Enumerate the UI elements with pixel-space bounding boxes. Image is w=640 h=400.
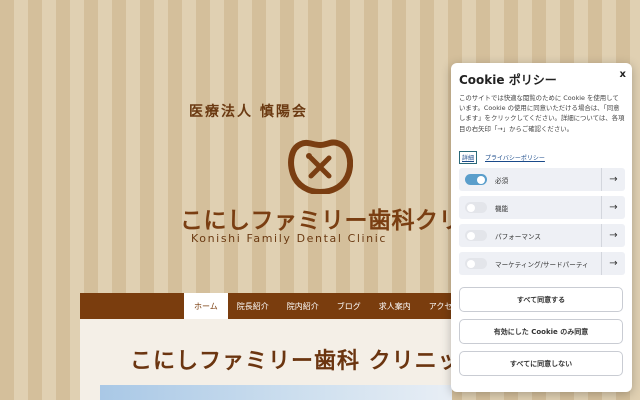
nav-blog[interactable]: ブログ — [328, 293, 370, 319]
cookie-links: 詳細 プライバシーポリシー — [459, 151, 545, 164]
arrow-right-icon[interactable]: → — [601, 168, 625, 191]
category-label: マーケティング/サードパーティ — [495, 260, 589, 269]
category-row-functional[interactable]: 機能 → — [459, 196, 625, 219]
nav-recruit[interactable]: 求人案内 — [370, 293, 420, 319]
close-icon[interactable]: x — [620, 69, 626, 80]
clinic-roman-name: Konishi Family Dental Clinic — [191, 232, 388, 245]
cookie-description: このサイトでは快適な閲覧のために Cookie を使用しています。Cookie … — [459, 94, 625, 133]
nav-clinic-tour[interactable]: 院内紹介 — [278, 293, 328, 319]
category-label: パフォーマンス — [495, 232, 542, 241]
hero-image — [100, 385, 452, 400]
toggle-performance[interactable] — [465, 230, 487, 241]
toggle-marketing[interactable] — [465, 258, 487, 269]
category-label: 必須 — [495, 176, 509, 185]
accept-selected-button[interactable]: 有効にした Cookie のみ同意 — [459, 319, 623, 344]
category-row-required[interactable]: 必須 → — [459, 168, 625, 191]
privacy-policy-link[interactable]: プライバシーポリシー — [485, 153, 545, 162]
arrow-right-icon[interactable]: → — [601, 224, 625, 247]
category-label: 機能 — [495, 204, 509, 213]
reject-all-button[interactable]: すべてに同意しない — [459, 351, 623, 376]
cookie-title: Cookie ポリシー — [459, 73, 557, 87]
clinic-logo-icon — [288, 139, 353, 194]
toggle-functional[interactable] — [465, 202, 487, 213]
details-link[interactable]: 詳細 — [459, 151, 478, 164]
accept-all-button[interactable]: すべて同意する — [459, 287, 623, 312]
hero-title: こにしファミリー歯科 クリニック — [130, 349, 484, 374]
category-row-marketing[interactable]: マーケティング/サードパーティ → — [459, 252, 625, 275]
toggle-required[interactable] — [465, 174, 487, 185]
cookie-policy-dialog: Cookie ポリシー x このサイトでは快適な閲覧のために Cookie を使… — [451, 63, 632, 392]
nav-home[interactable]: ホーム — [184, 293, 228, 319]
arrow-right-icon[interactable]: → — [601, 252, 625, 275]
nav-director[interactable]: 院長紹介 — [228, 293, 278, 319]
corp-name: 医療法人 慎陽会 — [189, 104, 308, 120]
hero-section: こにしファミリー歯科 クリニック — [80, 319, 483, 400]
main-nav: ホーム 院長紹介 院内紹介 ブログ 求人案内 アクセス — [80, 293, 460, 319]
arrow-right-icon[interactable]: → — [601, 196, 625, 219]
clinic-name-logo: こにしファミリー歯科クリニック — [180, 208, 452, 234]
category-row-performance[interactable]: パフォーマンス → — [459, 224, 625, 247]
